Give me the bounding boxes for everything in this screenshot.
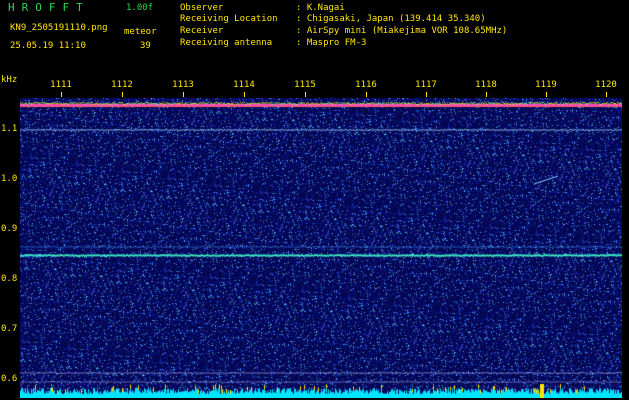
freq-tick-label: 1.1	[1, 124, 18, 134]
time-tick-mark	[61, 92, 62, 97]
time-axis: 1111 1112 1113 1114 1115 1116 1117 1118 …	[20, 76, 622, 98]
timestamp-label: 25.05.19 11:10	[10, 41, 86, 51]
version-label: 1.00f	[126, 3, 154, 13]
location-key: Receiving Location	[180, 14, 278, 24]
observer-value: : K.Nagai	[296, 3, 345, 13]
time-tick-label: 1117	[415, 80, 437, 90]
right-border	[622, 98, 629, 398]
time-tick-label: 1113	[172, 80, 194, 90]
app-title: HROFFT	[8, 1, 90, 14]
time-tick-label: 1119	[535, 80, 557, 90]
antenna-value: : Maspro FM-3	[296, 38, 367, 48]
time-tick-mark	[546, 92, 547, 97]
antenna-key: Receiving antenna	[180, 38, 273, 48]
time-tick-label: 1115	[294, 80, 316, 90]
time-tick-mark	[366, 92, 367, 97]
time-tick-mark	[606, 92, 607, 97]
freq-tick-label: 0.7	[1, 324, 18, 334]
axis-unit-label: kHz	[1, 75, 18, 85]
time-tick-mark	[183, 92, 184, 97]
time-tick-label: 1118	[475, 80, 497, 90]
time-tick-label: 1114	[233, 80, 255, 90]
meteor-label: meteor	[124, 27, 157, 37]
location-value: : Chigasaki, Japan (139.414 35.340)	[296, 14, 486, 24]
filename-label: KN9_2505191110.png	[10, 23, 108, 33]
freq-tick-label: 0.8	[1, 274, 18, 284]
freq-tick-label: 0.9	[1, 224, 18, 234]
time-tick-label: 1111	[50, 80, 72, 90]
receiver-key: Receiver	[180, 26, 224, 36]
time-tick-mark	[244, 92, 245, 97]
frequency-axis: 1.1 1.0 0.9 0.8 0.7 0.6	[0, 98, 20, 398]
time-tick-mark	[122, 92, 123, 97]
meteor-count: 39	[140, 41, 151, 51]
time-tick-mark	[486, 92, 487, 97]
observer-key: Observer	[180, 3, 224, 13]
freq-tick-label: 1.0	[1, 174, 18, 184]
time-tick-label: 1112	[111, 80, 133, 90]
receiver-value: : AirSpy mini (Miakejima VOR 108.65MHz)	[296, 26, 508, 36]
spectrogram-canvas	[20, 98, 622, 398]
time-tick-label: 1116	[355, 80, 377, 90]
freq-tick-label: 0.6	[1, 374, 18, 384]
time-tick-mark	[426, 92, 427, 97]
time-tick-mark	[305, 92, 306, 97]
time-tick-label: 1120	[595, 80, 617, 90]
